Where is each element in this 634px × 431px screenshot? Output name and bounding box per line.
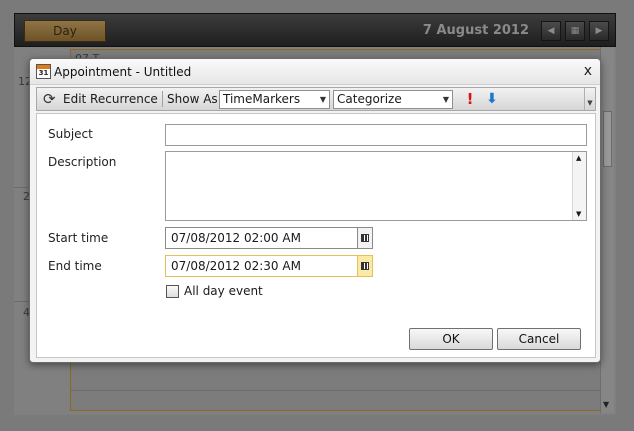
start-time-label: Start time xyxy=(48,231,109,245)
calendar-grid-icon xyxy=(361,262,369,270)
end-time-picker[interactable]: 07/08/2012 02:30 AM xyxy=(165,255,373,277)
start-time-value: 07/08/2012 02:00 AM xyxy=(171,231,301,245)
calendar-picker-button[interactable]: ▦ xyxy=(565,21,585,41)
appointment-form: Subject Description ▲ ▼ Start time 07/08… xyxy=(36,113,596,358)
description-textarea[interactable]: ▲ ▼ xyxy=(165,151,587,221)
calendar-grid-icon xyxy=(361,234,369,242)
hour-line xyxy=(71,390,601,391)
scheduler-scrollbar[interactable]: ▼ xyxy=(600,47,614,413)
description-label: Description xyxy=(48,155,117,169)
show-as-select[interactable]: TimeMarkers ▼ xyxy=(219,90,330,109)
arrow-left-icon: ◀ xyxy=(547,26,555,36)
ok-button[interactable]: OK xyxy=(409,328,493,350)
scrollbar-thumb[interactable] xyxy=(603,111,612,167)
dialog-titlebar[interactable]: 31 Appointment - Untitled x xyxy=(30,59,600,85)
toolbar-separator xyxy=(162,91,163,107)
show-as-value: TimeMarkers xyxy=(223,92,301,106)
show-as-label: Show As xyxy=(167,92,218,106)
current-date: 7 August 2012 xyxy=(422,23,529,38)
previous-day-button[interactable]: ◀ xyxy=(541,21,561,41)
low-priority-icon[interactable]: ⬇ xyxy=(486,89,498,109)
all-day-checkbox[interactable] xyxy=(166,285,179,298)
arrow-right-icon: ▶ xyxy=(595,26,603,36)
categorize-value: Categorize xyxy=(337,92,402,106)
start-time-picker[interactable]: 07/08/2012 02:00 AM xyxy=(165,227,373,249)
scroll-up-icon[interactable]: ▲ xyxy=(576,154,581,162)
toolbar-overflow-icon[interactable]: ▼ xyxy=(584,88,595,110)
edit-recurrence-label: Edit Recurrence xyxy=(63,92,158,106)
edit-recurrence-button[interactable]: ⟳ Edit Recurrence xyxy=(41,88,159,110)
close-button[interactable]: x xyxy=(584,63,592,79)
end-time-label: End time xyxy=(48,259,102,273)
grid-icon: ▦ xyxy=(570,26,580,36)
scroll-down-icon[interactable]: ▼ xyxy=(576,210,581,218)
dialog-title: Appointment - Untitled xyxy=(54,65,192,79)
scheduler-header: Day 7 August 2012 ◀ ▦ ▶ xyxy=(14,13,616,47)
subject-label: Subject xyxy=(48,127,93,141)
appointment-toolbar: ⟳ Edit Recurrence Show As TimeMarkers ▼ … xyxy=(36,87,596,111)
calendar-icon: 31 xyxy=(36,64,51,79)
dropdown-arrow-icon: ▼ xyxy=(319,95,326,104)
view-tab-day[interactable]: Day xyxy=(24,20,106,42)
start-time-dropdown-button[interactable] xyxy=(357,228,372,248)
appointment-dialog: 31 Appointment - Untitled x ⟳ Edit Recur… xyxy=(29,58,601,363)
recurrence-icon: ⟳ xyxy=(43,90,56,108)
scroll-down-icon[interactable]: ▼ xyxy=(603,400,609,409)
cancel-button[interactable]: Cancel xyxy=(497,328,581,350)
high-priority-icon[interactable]: ! xyxy=(465,89,475,109)
description-scrollbar[interactable]: ▲ ▼ xyxy=(572,152,586,220)
dropdown-arrow-icon: ▼ xyxy=(442,95,449,104)
subject-input[interactable] xyxy=(165,124,587,146)
end-time-value: 07/08/2012 02:30 AM xyxy=(171,259,301,273)
next-day-button[interactable]: ▶ xyxy=(589,21,609,41)
all-day-label: All day event xyxy=(184,284,263,298)
end-time-dropdown-button[interactable] xyxy=(357,256,372,276)
categorize-select[interactable]: Categorize ▼ xyxy=(333,90,453,109)
